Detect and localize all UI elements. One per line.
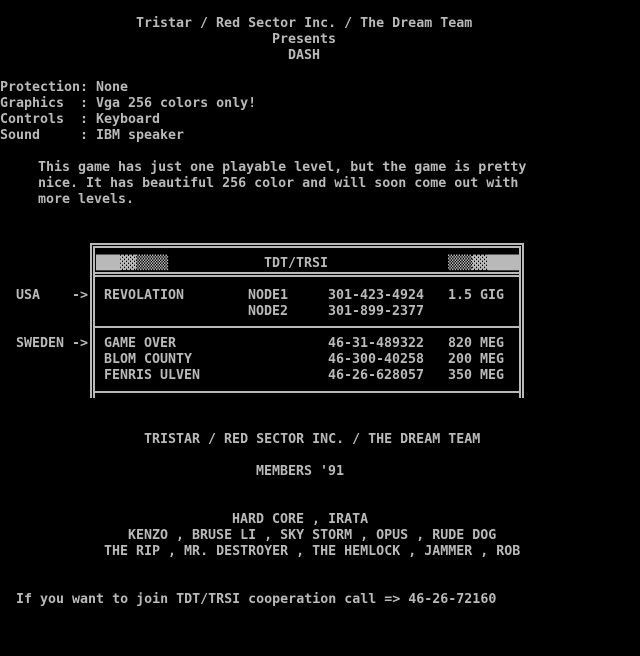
join-line: If you want to join TDT/TRSI cooperation… <box>16 592 496 608</box>
review-line-2: nice. It has beautiful 256 color and wil… <box>38 176 518 192</box>
review-line-3: more levels. <box>38 192 134 208</box>
spec-colon: : <box>80 80 88 96</box>
bbs-phone: 301-423-4924 <box>328 288 424 304</box>
presents-line: Presents <box>272 32 336 48</box>
bbs-box-title: TDT/TRSI <box>264 256 328 272</box>
region-label-sweden: SWEDEN <box>16 336 64 352</box>
spec-colon: : <box>80 112 88 128</box>
spec-value-protection: None <box>96 80 128 96</box>
spec-value-graphics: Vga 256 colors only! <box>96 96 256 112</box>
members-heading: MEMBERS '91 <box>256 464 344 480</box>
bbs-title-separator <box>95 272 519 277</box>
spec-label-graphics: Graphics <box>0 96 64 112</box>
bbs-name: GAME OVER <box>104 336 176 352</box>
spec-label-sound: Sound <box>0 128 40 144</box>
bbs-size: 350 MEG <box>448 368 504 384</box>
bbs-phone: 301-899-2377 <box>328 304 424 320</box>
bbs-name: BLOM COUNTY <box>104 352 192 368</box>
members-line-2: KENZO , BRUSE LI , SKY STORM , OPUS , RU… <box>128 528 496 544</box>
spec-value-controls: Keyboard <box>96 112 160 128</box>
dos-screen: Tristar / Red Sector Inc. / The Dream Te… <box>0 0 640 656</box>
bbs-section-separator <box>94 326 520 328</box>
crew-line: TRISTAR / RED SECTOR INC. / THE DREAM TE… <box>144 432 480 448</box>
bbs-name: REVOLATION <box>104 288 184 304</box>
bbs-size: 820 MEG <box>448 336 504 352</box>
bbs-size: 200 MEG <box>448 352 504 368</box>
region-arrow-icon: -> <box>72 288 88 304</box>
bbs-phone: 46-31-489322 <box>328 336 424 352</box>
credits-line: Tristar / Red Sector Inc. / The Dream Te… <box>136 16 472 32</box>
bbs-node: NODE2 <box>248 304 288 320</box>
review-line-1: This game has just one playable level, b… <box>38 160 526 176</box>
bbs-name: FENRIS ULVEN <box>104 368 200 384</box>
members-line-3: THE RIP , MR. DESTROYER , THE HEMLOCK , … <box>104 544 520 560</box>
spec-colon: : <box>80 128 88 144</box>
bbs-phone: 46-300-40258 <box>328 352 424 368</box>
members-line-1: HARD CORE , IRATA <box>232 512 368 528</box>
bbs-phone: 46-26-628057 <box>328 368 424 384</box>
spec-label-protection: Protection <box>0 80 80 96</box>
bbs-size: 1.5 GIG <box>448 288 504 304</box>
region-arrow-icon: -> <box>72 336 88 352</box>
spec-label-controls: Controls <box>0 112 64 128</box>
bbs-node: NODE1 <box>248 288 288 304</box>
bbs-bottom-border <box>94 391 520 393</box>
game-title: DASH <box>288 48 320 64</box>
spec-colon: : <box>80 96 88 112</box>
dither-decoration-right: ▒▒▒▓▓████ <box>448 256 520 272</box>
dither-decoration-left: ███▓▓▒▒▒▒ <box>96 256 168 272</box>
spec-value-sound: IBM speaker <box>96 128 184 144</box>
region-label-usa: USA <box>16 288 40 304</box>
